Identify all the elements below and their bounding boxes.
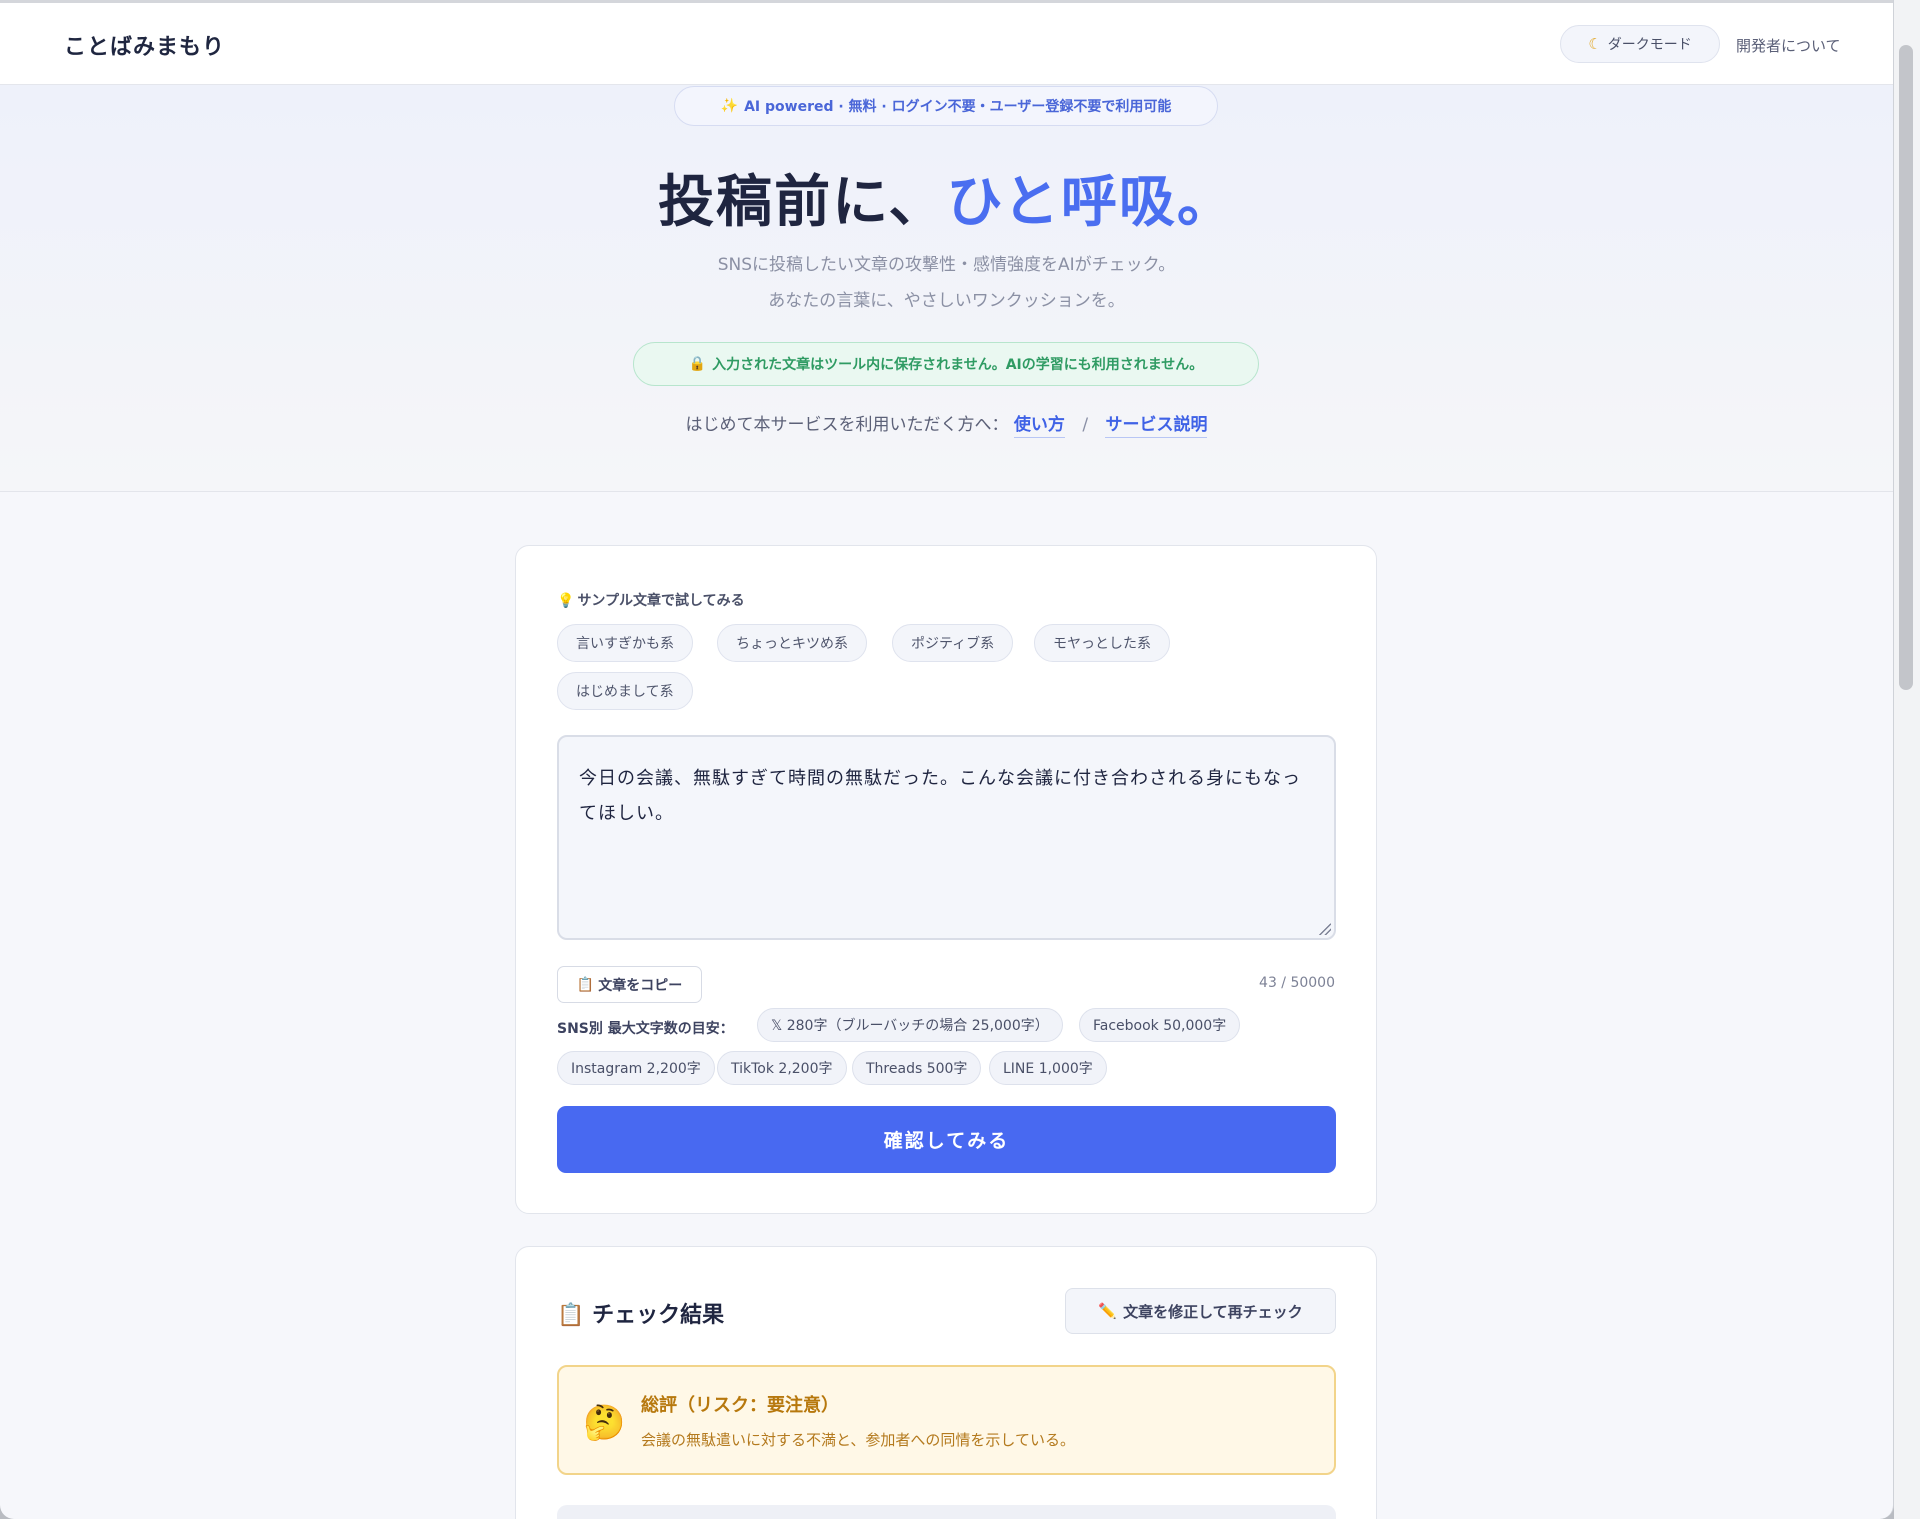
guide-links: はじめて本サービスを利用いただく方へ： 使い方 / サービス説明 — [0, 410, 1893, 438]
edit-recheck-button[interactable]: ✏️ 文章を修正して再チェック — [1065, 1288, 1336, 1334]
pencil-icon: ✏️ — [1098, 1302, 1118, 1320]
summary-heading: 総評（リスク：要注意） — [641, 1395, 839, 1416]
next-result-block — [557, 1505, 1336, 1519]
sample-chip-iisugi[interactable]: 言いすぎかも系 — [557, 624, 693, 662]
privacy-notice: 🔒 入力された文章はツール内に保存されません。AIの学習にも利用されません。 — [633, 342, 1259, 386]
sample-chip-kitsume[interactable]: ちょっとキツめ系 — [717, 624, 867, 662]
post-text-value: 今日の会議、無駄すぎて時間の無駄だった。こんな会議に付き合わされる身にもなってほ… — [579, 768, 1301, 824]
sns-limit-x: 𝕏 280字（ブルーバッチの場合 25,000字） — [757, 1008, 1063, 1042]
sample-chip-hajimemashite[interactable]: はじめまして系 — [557, 672, 693, 710]
copy-text-button[interactable]: 📋 文章をコピー — [557, 966, 702, 1003]
page-title: 投稿前に、ひと呼吸。 — [0, 157, 1893, 238]
subtitle-line-2: あなたの言葉に、やさしいワンクッションを。 — [768, 291, 1125, 311]
character-count: 43 / 50000 — [1259, 975, 1335, 991]
title-main: 投稿前に、 — [658, 169, 947, 235]
usage-link[interactable]: 使い方 — [1013, 415, 1065, 438]
moon-icon: ☾ — [1588, 35, 1602, 53]
check-submit-button[interactable]: 確認してみる — [557, 1106, 1336, 1173]
result-title-text: チェック結果 — [592, 1303, 725, 1328]
subtitle-line-1: SNSに投稿したい文章の攻撃性・感情強度をAIがチェック。 — [717, 255, 1176, 275]
sns-limit-line: LINE 1,000字 — [989, 1051, 1107, 1085]
hero-subtitle: SNSに投稿したい文章の攻撃性・感情強度をAIがチェック。 あなたの言葉に、やさ… — [0, 247, 1893, 319]
copy-button-label: 文章をコピー — [598, 977, 683, 994]
site-logo[interactable]: ことばみまもり — [64, 29, 225, 61]
ai-powered-badge: ✨ AI powered · 無料 · ログイン不要・ユーザー登録不要で利用可能 — [674, 86, 1218, 126]
clipboard-icon: 📋 — [576, 976, 595, 993]
sample-label-text: サンプル文章で試してみる — [577, 593, 745, 609]
thinking-face-icon: 🤔 — [583, 1403, 626, 1443]
site-header: ことばみまもり ☾ ダークモード 開発者について — [0, 3, 1893, 85]
dark-mode-label: ダークモード — [1607, 37, 1692, 53]
sample-chip-positive[interactable]: ポジティブ系 — [892, 624, 1014, 662]
badge-text: AI powered · 無料 · ログイン不要・ユーザー登録不要で利用可能 — [744, 99, 1172, 115]
developer-link[interactable]: 開発者について — [1736, 35, 1841, 56]
lightbulb-icon: 💡 — [557, 593, 575, 609]
page-scrollbar[interactable] — [1894, 0, 1920, 1519]
hero-section: ✨ AI powered · 無料 · ログイン不要・ユーザー登録不要で利用可能… — [0, 85, 1893, 492]
dark-mode-button[interactable]: ☾ ダークモード — [1560, 25, 1720, 63]
privacy-text: 入力された文章はツール内に保存されません。AIの学習にも利用されません。 — [712, 357, 1204, 373]
summary-body: 会議の無駄遣いに対する不満と、参加者への同情を示している。 — [641, 1431, 1075, 1449]
sns-limit-instagram: Instagram 2,200字 — [557, 1051, 715, 1085]
lock-icon: 🔒 — [688, 356, 707, 372]
recheck-button-label: 文章を修正して再チェック — [1123, 1302, 1303, 1321]
sample-label: 💡 サンプル文章で試してみる — [557, 590, 745, 610]
sparkles-icon: ✨ — [720, 98, 739, 114]
result-card: 📋 チェック結果 ✏️ 文章を修正して再チェック 🤔 総評（リスク：要注意） 会… — [515, 1246, 1377, 1519]
guide-text: はじめて本サービスを利用いただく方へ： — [685, 415, 1009, 435]
input-card: 💡 サンプル文章で試してみる 言いすぎかも系 ちょっとキツめ系 ポジティブ系 モヤ… — [515, 545, 1377, 1214]
title-accent: ひと呼吸。 — [946, 169, 1235, 235]
result-title: 📋 チェック結果 — [557, 1297, 724, 1329]
sns-limit-facebook: Facebook 50,000字 — [1079, 1008, 1241, 1042]
summary-panel: 🤔 総評（リスク：要注意） 会議の無駄遣いに対する不満と、参加者への同情を示して… — [557, 1365, 1336, 1475]
clipboard-icon: 📋 — [557, 1303, 585, 1328]
resize-handle-icon[interactable] — [1319, 923, 1331, 935]
browser-viewport: ことばみまもり ☾ ダークモード 開発者について ✨ AI powered · … — [0, 0, 1894, 1519]
service-description-link[interactable]: サービス説明 — [1105, 415, 1208, 438]
sns-limit-tiktok: TikTok 2,200字 — [717, 1051, 847, 1085]
guide-separator: / — [1082, 415, 1089, 435]
post-text-input[interactable]: 今日の会議、無駄すぎて時間の無駄だった。こんな会議に付き合わされる身にもなってほ… — [557, 735, 1336, 940]
scrollbar-thumb[interactable] — [1899, 45, 1913, 690]
sample-chip-moyatto[interactable]: モヤっとした系 — [1034, 624, 1170, 662]
sns-limit-threads: Threads 500字 — [852, 1051, 982, 1085]
sns-limit-label: SNS別 最大文字数の目安： — [557, 1021, 734, 1037]
